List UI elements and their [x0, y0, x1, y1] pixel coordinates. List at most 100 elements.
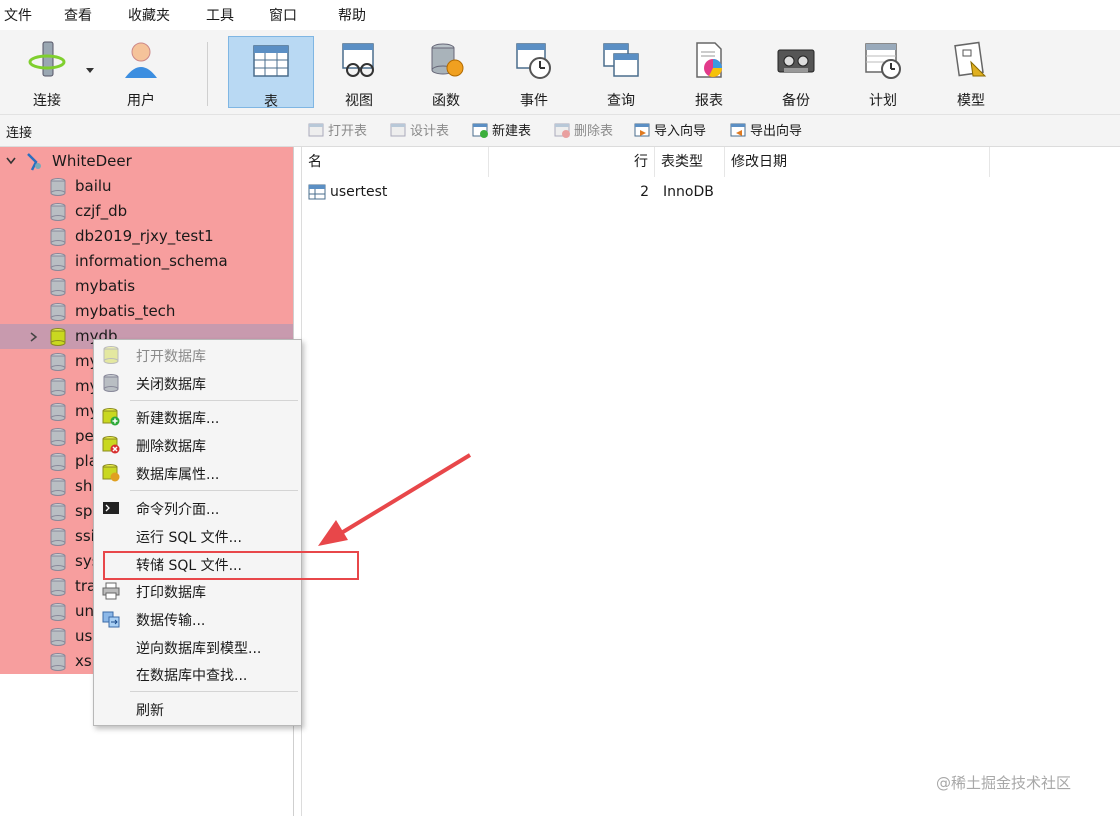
import-wizard-button[interactable]: 导入向导 [634, 122, 706, 140]
view-icon [342, 43, 374, 77]
tree-item-label: db2019_rjxy_test1 [75, 227, 214, 245]
menu-item-command-line[interactable]: 命令列介面... [94, 495, 301, 521]
menu-item-label: 逆向数据库到模型... [136, 641, 262, 657]
database-icon [50, 303, 66, 321]
connection-icon [27, 153, 41, 171]
menu-item-database-properties[interactable]: 数据库属性... [94, 460, 301, 486]
report-button[interactable]: 报表 [666, 36, 752, 109]
menu-item-label: 运行 SQL 文件... [136, 530, 242, 546]
database-icon [50, 178, 66, 196]
menu-item-close-database[interactable]: 关闭数据库 [94, 370, 301, 396]
database-icon [50, 453, 66, 471]
new-table-button[interactable]: 新建表 [472, 122, 531, 140]
function-label: 函数 [432, 93, 460, 109]
open-table-button[interactable]: 打开表 [308, 122, 367, 140]
main-toolbar: 连接 用户 表 视图 函数 事件 查询 报表 备份 计划 模型 [0, 30, 1120, 115]
view-button[interactable]: 视图 [316, 36, 402, 109]
table-button[interactable]: 表 [228, 36, 314, 110]
design-table-button[interactable]: 设计表 [390, 122, 449, 140]
export-wizard-label: 导出向导 [750, 124, 803, 139]
menu-item-label: 在数据库中查找... [136, 668, 248, 684]
tree-item-database[interactable]: mybatis [0, 274, 293, 299]
menu-item-label: 新建数据库... [136, 411, 220, 427]
table-row[interactable]: usertest [308, 181, 648, 203]
menu-item-new-database[interactable]: 新建数据库... [94, 404, 301, 430]
export-wizard-button[interactable]: 导出向导 [730, 122, 802, 140]
user-button[interactable]: 用户 [98, 36, 184, 109]
delete-table-button[interactable]: 删除表 [554, 122, 613, 140]
menu-item-refresh[interactable]: 刷新 [94, 696, 301, 722]
event-label: 事件 [520, 93, 548, 109]
user-label: 用户 [127, 93, 155, 109]
table-icon [253, 45, 289, 77]
menu-help[interactable]: 帮助 [338, 5, 366, 25]
menu-favorites[interactable]: 收藏夹 [128, 5, 170, 25]
design-table-icon [390, 123, 406, 137]
menu-item-label: 删除数据库 [136, 439, 206, 455]
menu-item-label: 打印数据库 [136, 585, 206, 601]
event-button[interactable]: 事件 [491, 36, 577, 109]
chevron-right-icon[interactable] [30, 332, 38, 342]
column-header-name[interactable]: 名 [302, 147, 489, 177]
tree-item-database[interactable]: mybatis_tech [0, 299, 293, 324]
menu-item-reverse-to-model[interactable]: 逆向数据库到模型... [94, 634, 301, 660]
view-label: 视图 [345, 93, 373, 109]
table-type-cell: InnoDB [663, 184, 714, 200]
menu-bar: 文件 查看 收藏夹 工具 窗口 帮助 [0, 0, 1120, 30]
tree-item-database[interactable]: czjf_db [0, 199, 293, 224]
menu-item-label: 打开数据库 [136, 349, 206, 365]
database-icon [50, 428, 66, 446]
menu-view[interactable]: 查看 [64, 5, 92, 25]
query-label: 查询 [607, 93, 635, 109]
menu-item-open-database[interactable]: 打开数据库 [94, 342, 301, 368]
tree-item-database[interactable]: db2019_rjxy_test1 [0, 224, 293, 249]
tree-root-connection[interactable]: WhiteDeer [0, 149, 293, 174]
column-header-rows[interactable]: 行 [489, 147, 655, 177]
database-icon [50, 228, 66, 246]
menu-window[interactable]: 窗口 [269, 5, 297, 25]
menu-file[interactable]: 文件 [4, 5, 32, 25]
database-icon [50, 553, 66, 571]
event-icon [516, 43, 551, 79]
menu-item-data-transfer[interactable]: 数据传输... [94, 606, 301, 632]
database-icon [50, 253, 66, 271]
column-header-type[interactable]: 表类型 [655, 147, 725, 177]
menu-item-run-sql-file[interactable]: 运行 SQL 文件... [94, 523, 301, 549]
tree-item-database[interactable]: information_schema [0, 249, 293, 274]
annotation-arrow-icon [318, 453, 472, 546]
menu-item-label: 数据传输... [136, 613, 206, 629]
chevron-down-icon[interactable] [6, 157, 16, 165]
user-icon [125, 42, 157, 78]
database-icon [50, 353, 66, 371]
table-name-cell: usertest [330, 184, 388, 200]
menu-item-find-in-database[interactable]: 在数据库中查找... [94, 661, 301, 687]
column-header-modified[interactable]: 修改日期 [725, 147, 990, 177]
tree-root-label: WhiteDeer [52, 152, 132, 170]
schedule-label: 计划 [869, 93, 897, 109]
export-wizard-icon [730, 123, 746, 137]
new-table-label: 新建表 [492, 124, 532, 139]
query-button[interactable]: 查询 [578, 36, 664, 109]
menu-tools[interactable]: 工具 [206, 5, 234, 25]
connect-dropdown-arrow[interactable] [86, 68, 94, 73]
data-transfer-icon [102, 611, 120, 628]
model-button[interactable]: 模型 [928, 36, 1014, 109]
delete-table-icon [554, 123, 570, 138]
report-icon [696, 42, 722, 78]
menu-item-delete-database[interactable]: 删除数据库 [94, 432, 301, 458]
backup-button[interactable]: 备份 [753, 36, 839, 109]
tree-item-database[interactable]: bailu [0, 174, 293, 199]
function-button[interactable]: 函数 [403, 36, 489, 109]
backup-label: 备份 [782, 93, 810, 109]
database-icon [50, 503, 66, 521]
tree-item-label: czjf_db [75, 202, 128, 220]
table-icon [308, 184, 326, 200]
function-icon [431, 43, 464, 77]
menu-item-print-database[interactable]: 打印数据库 [94, 578, 301, 604]
connect-button[interactable]: 连接 [4, 36, 90, 109]
schedule-button[interactable]: 计划 [840, 36, 926, 109]
tree-item-label: pe [75, 427, 94, 445]
database-add-icon [102, 408, 120, 426]
connect-label: 连接 [33, 93, 61, 109]
query-icon [603, 43, 639, 77]
